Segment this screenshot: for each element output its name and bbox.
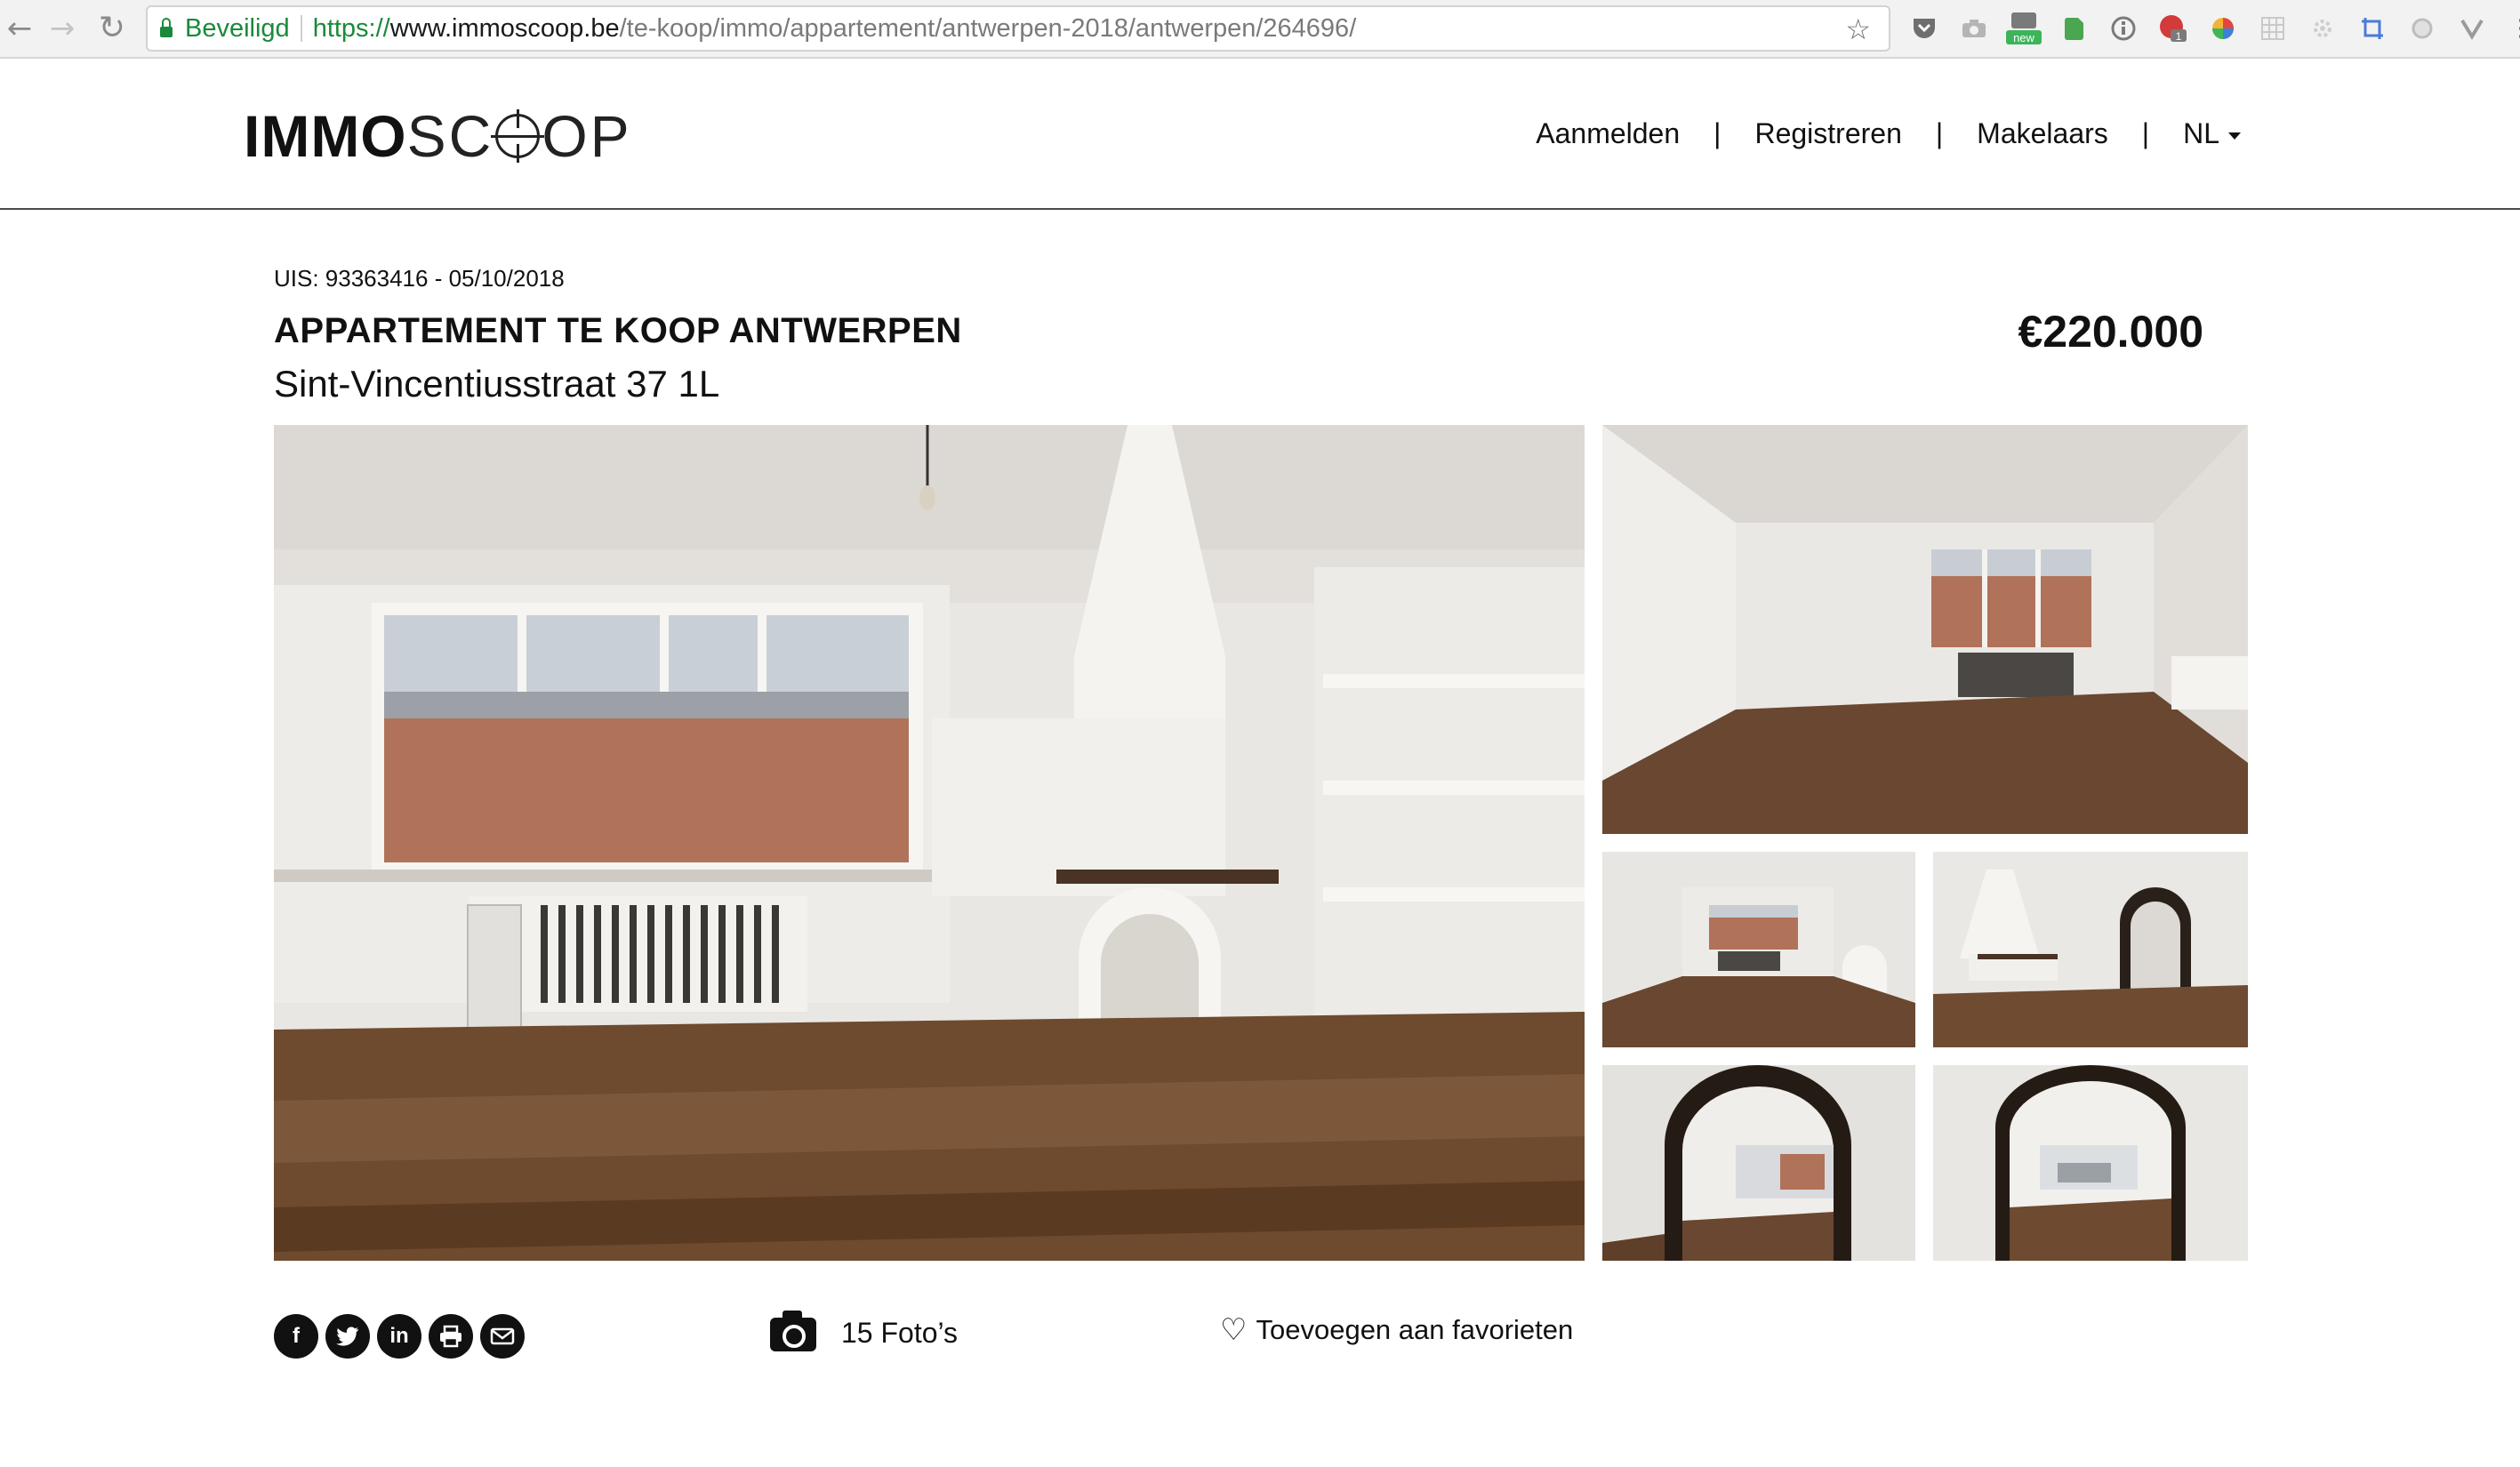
circle-icon[interactable] bbox=[2397, 11, 2447, 46]
facebook-icon[interactable]: f bbox=[274, 1314, 318, 1359]
info-icon[interactable] bbox=[2099, 11, 2148, 46]
email-icon[interactable] bbox=[480, 1314, 525, 1359]
logo-light-end: OP bbox=[542, 103, 632, 169]
extension-bar: new 1 bbox=[1899, 11, 2520, 46]
site-logo[interactable]: IMMO SC OP bbox=[244, 107, 632, 165]
crop-icon[interactable] bbox=[2347, 11, 2397, 46]
notification-icon[interactable]: 1 bbox=[2148, 11, 2198, 46]
forward-icon[interactable]: → bbox=[43, 9, 82, 48]
svg-text:1: 1 bbox=[2176, 30, 2182, 43]
url-host: www.immoscoop.be bbox=[389, 13, 620, 43]
gear-icon[interactable] bbox=[2298, 11, 2347, 46]
favorites-label: Toevoegen aan favorieten bbox=[1256, 1314, 1574, 1345]
listing-address: Sint-Vincentiusstraat 37 1L bbox=[274, 363, 720, 405]
evernote-icon[interactable] bbox=[2049, 11, 2099, 46]
nav-divider: | bbox=[2141, 117, 2150, 149]
url-path: /te-koop/immo/appartement/antwerpen-2018… bbox=[619, 13, 1357, 43]
language-label: NL bbox=[2183, 117, 2219, 149]
camera-icon[interactable] bbox=[1949, 11, 1999, 46]
gallery-thumb-3[interactable] bbox=[1602, 852, 1915, 1047]
secure-label: Beveiligd bbox=[185, 13, 290, 43]
listing-title: APPARTEMENT TE KOOP ANTWERPEN bbox=[274, 311, 962, 350]
photo-count-button[interactable]: 15 Foto’s bbox=[770, 1311, 959, 1351]
gallery-thumb-5[interactable] bbox=[1602, 1065, 1915, 1261]
heart-icon: ♡ bbox=[1220, 1312, 1248, 1348]
listing-price: €220.000 bbox=[2018, 307, 2203, 357]
gallery-thumb-6[interactable] bbox=[1933, 1065, 2248, 1261]
color-wheel-icon[interactable] bbox=[2198, 11, 2248, 46]
bookmark-star-icon[interactable]: ☆ bbox=[1845, 12, 1871, 46]
address-bar[interactable]: Beveiligd https:// www.immoscoop.be /te-… bbox=[146, 5, 1890, 52]
add-to-favorites-button[interactable]: ♡ Toevoegen aan favorieten bbox=[1220, 1314, 1573, 1346]
logo-bold-text: IMMO bbox=[244, 103, 407, 169]
main-photo[interactable] bbox=[274, 425, 1585, 1261]
twitter-icon[interactable] bbox=[325, 1314, 370, 1359]
chevron-down-icon bbox=[2228, 132, 2241, 140]
grid-icon[interactable] bbox=[2248, 11, 2298, 46]
gallery-thumb-4[interactable] bbox=[1933, 852, 2248, 1047]
nav-divider: | bbox=[1713, 117, 1721, 149]
logo-light-text: SC OP bbox=[407, 107, 632, 165]
new-badge-icon[interactable]: new bbox=[1999, 11, 2049, 46]
language-select[interactable]: NL bbox=[2183, 117, 2241, 150]
linkedin-icon[interactable]: in bbox=[377, 1314, 421, 1359]
login-link[interactable]: Aanmelden bbox=[1536, 117, 1680, 150]
listing-reference: UIS: 93363416 - 05/10/2018 bbox=[274, 265, 565, 292]
photo-count-label: 15 Foto’s bbox=[841, 1316, 959, 1349]
nav-divider: | bbox=[1935, 117, 1944, 149]
menu-icon[interactable] bbox=[2497, 11, 2520, 46]
site-header: IMMO SC OP Aanmelden | Registreren | Mak… bbox=[0, 59, 2520, 210]
reload-icon[interactable]: ↻ bbox=[92, 9, 132, 48]
logo-light-start: SC bbox=[406, 103, 494, 169]
svg-text:new: new bbox=[2013, 31, 2034, 44]
gallery-photo-2[interactable] bbox=[1602, 425, 2248, 834]
top-nav: Aanmelden | Registreren | Makelaars | NL bbox=[1536, 117, 2241, 150]
register-link[interactable]: Registreren bbox=[1754, 117, 1901, 150]
print-icon[interactable] bbox=[429, 1314, 473, 1359]
lock-icon bbox=[160, 18, 173, 37]
logo-crosshair-icon bbox=[491, 109, 545, 163]
brokers-link[interactable]: Makelaars bbox=[1977, 117, 2108, 150]
vimeo-icon[interactable] bbox=[2447, 11, 2497, 46]
pocket-icon[interactable] bbox=[1899, 11, 1949, 46]
share-buttons: f in bbox=[274, 1314, 525, 1359]
url-protocol: https:// bbox=[312, 13, 390, 43]
camera-icon bbox=[770, 1311, 816, 1351]
address-divider bbox=[300, 15, 302, 42]
browser-toolbar: ← → ↻ Beveiligd https:// www.immoscoop.b… bbox=[0, 0, 2520, 59]
back-icon[interactable]: ← bbox=[0, 9, 39, 48]
